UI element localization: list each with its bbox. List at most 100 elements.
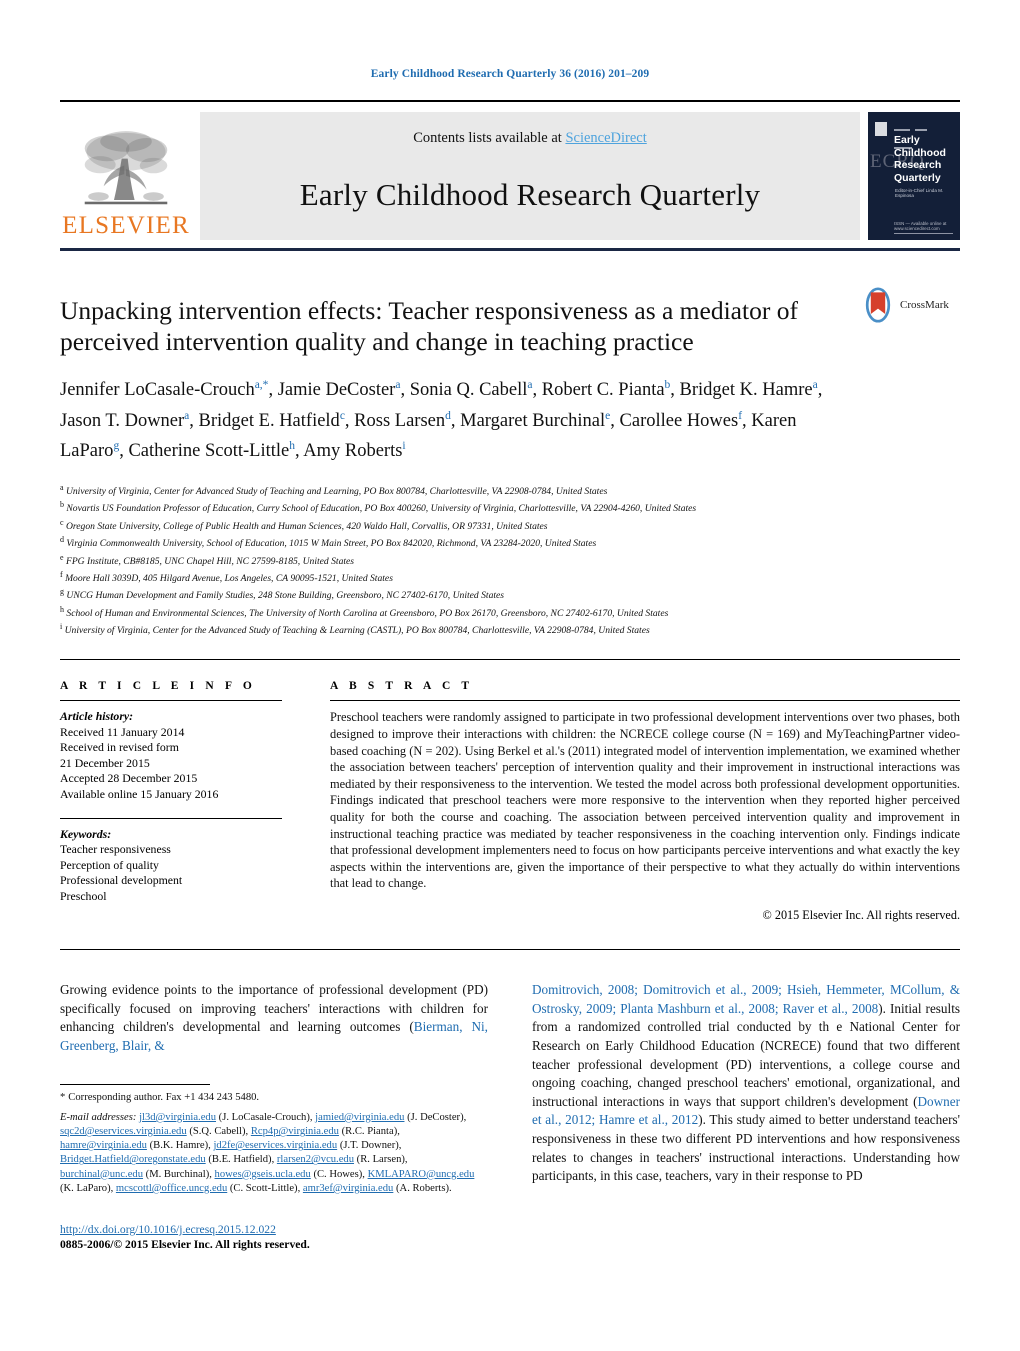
author-name: Bridget K. Hamrea <box>679 379 818 401</box>
author-name: Ross Larsend <box>354 409 451 431</box>
article-history-item: Available online 15 January 2016 <box>60 786 219 801</box>
email-link[interactable]: rlarsen2@vcu.edu <box>277 1154 354 1165</box>
email-person: (J. LoCasale-Crouch), <box>218 1111 313 1123</box>
elsevier-tree-icon <box>84 131 168 205</box>
doi-block: http://dx.doi.org/10.1016/j.ecresq.2015.… <box>60 1222 488 1253</box>
email-link[interactable]: Bridget.Hatfield@oregonstate.edu <box>60 1154 206 1165</box>
article-info-heading: A R T I C L E I N F O <box>60 680 256 693</box>
author-affiliation-marker: a,* <box>254 379 269 391</box>
email-link[interactable]: jd2fe@eservices.virginia.edu <box>213 1140 337 1151</box>
affiliation-item: i University of Virginia, Center for the… <box>60 622 650 637</box>
email-link[interactable]: mcscottl@office.uncg.edu <box>116 1183 227 1194</box>
cover-top-dots <box>894 121 953 150</box>
author-name: Jennifer LoCasale-Croucha,* <box>60 379 269 401</box>
email-link[interactable]: hamre@virginia.edu <box>60 1140 147 1151</box>
body-paragraph-right: Domitrovich, 2008; Domitrovich et al., 2… <box>532 981 960 1186</box>
email-person: (B.K. Hamre), <box>149 1140 211 1152</box>
sciencedirect-link[interactable]: ScienceDirect <box>565 130 646 146</box>
affiliation-marker: g <box>60 587 64 597</box>
email-person: (A. Roberts). <box>396 1182 452 1194</box>
cover-subtitle: Editor-in-Chief Linda M. Espinosa <box>895 188 944 199</box>
keyword-item: Perception of quality <box>60 857 159 872</box>
article-history-items: Received 11 January 2014 Received in revi… <box>60 725 282 802</box>
email-link[interactable]: burchinal@unc.edu <box>60 1169 143 1180</box>
body-right-text-1: ). Initial results from a randomized con… <box>532 1000 960 1109</box>
corresponding-author-note: * Corresponding author. Fax +1 434 243 54… <box>60 1091 488 1105</box>
article-history-block: Article history: Received 11 January 201… <box>60 709 282 801</box>
article-page: Early Childhood Research Quarterly 36 (2… <box>0 0 1020 1351</box>
author-affiliation-marker: a <box>527 379 533 391</box>
affiliation-item: f Moore Hall 3039D, 405 Hilgard Avenue, … <box>60 569 393 585</box>
email-link[interactable]: amr3ef@virginia.edu <box>303 1183 393 1194</box>
cover-bottom-text: ISSN — Available online at www.sciencedi… <box>894 220 947 232</box>
author-affiliation-marker: c <box>339 409 345 422</box>
cover-elsevier-icon <box>875 122 887 136</box>
email-person: (C. Scott-Little), <box>229 1182 301 1194</box>
crossmark-badge[interactable]: CrossMark <box>860 287 960 323</box>
abstract-copyright: © 2015 Elsevier Inc. All rights reserved… <box>762 908 960 923</box>
cover-bottom-rule <box>894 233 953 234</box>
author-name: Bridget E. Hatfieldc <box>198 409 345 431</box>
contents-line: Contents lists available at ScienceDirec… <box>413 130 647 147</box>
author-affiliation-marker: g <box>113 440 120 453</box>
keyword-item: Preschool <box>60 888 107 903</box>
elsevier-wordmark: ELSEVIER <box>62 212 190 239</box>
body-divider <box>60 949 960 951</box>
journal-banner: Contents lists available at ScienceDirec… <box>200 112 860 240</box>
author-name: Catherine Scott-Littleh <box>128 440 295 462</box>
affiliation-marker: d <box>60 535 64 545</box>
cover-spine-text: ECRQ <box>870 151 925 172</box>
body-paragraph-left: Growing evidence points to the importanc… <box>60 981 488 1055</box>
author-affiliation-marker: a <box>395 379 401 391</box>
author-affiliation-marker: a <box>184 409 190 422</box>
crossmark-label: CrossMark <box>900 299 949 311</box>
email-link[interactable]: KMLAPARO@uncg.edu <box>368 1169 475 1180</box>
author-affiliation-marker: b <box>664 379 671 391</box>
affiliation-item: b Novartis US Foundation Professor of Ed… <box>60 500 697 515</box>
email-link[interactable]: jamied@virginia.edu <box>315 1112 404 1123</box>
email-addresses-note: E-mail addresses: jl3d@virginia.edu (J. … <box>60 1111 488 1196</box>
author-name: Jason T. Downera <box>60 409 190 431</box>
email-person: (J. DeCoster), <box>407 1111 467 1123</box>
author-affiliation-marker: a <box>812 379 818 391</box>
info-divider <box>60 659 960 661</box>
email-person: (B.E. Hatfield), <box>208 1154 275 1166</box>
affiliation-marker: e <box>60 552 64 562</box>
affiliation-item: c Oregon State University, College of Pu… <box>60 517 548 532</box>
body-columns: Growing evidence points to the importanc… <box>60 968 960 1253</box>
email-link[interactable]: howes@gseis.ucla.edu <box>215 1169 311 1180</box>
affiliation-item: a University of Virginia, Center for Adv… <box>60 482 608 498</box>
author-affiliation-marker: d <box>445 409 451 422</box>
keywords-label: Keywords: <box>60 826 112 841</box>
cover-title: Early Childhood Research Quarterly <box>894 134 946 184</box>
journal-cover-thumbnail[interactable]: ECRQ Early Childhood Research Quarterly … <box>868 112 960 240</box>
abstract-heading: A B S T R A C T <box>330 680 474 693</box>
email-link[interactable]: Rcp4p@virginia.edu <box>251 1126 339 1137</box>
article-history-label: Article history: <box>60 709 134 724</box>
keywords-block: Keywords: Teacher responsiveness Percepti… <box>60 827 282 904</box>
corresponding-text: Corresponding author. Fax +1 434 243 548… <box>68 1091 260 1103</box>
issn-copyright-line: 0885-2006/© 2015 Elsevier Inc. All right… <box>60 1238 310 1252</box>
email-list: jl3d@virginia.edu (J. LoCasale-Crouch), … <box>60 1112 474 1194</box>
email-person: (J.T. Downer), <box>339 1140 402 1152</box>
authors-rendered: Jennifer LoCasale-Croucha,*, Jamie DeCos… <box>60 379 823 462</box>
affiliation-item: g UNCG Human Development and Family Stud… <box>60 587 505 602</box>
keyword-item: Teacher responsiveness <box>60 842 171 857</box>
email-link[interactable]: jl3d@virginia.edu <box>139 1112 216 1123</box>
author-name: Amy Robertsi <box>303 440 406 462</box>
affiliation-marker: i <box>60 622 63 632</box>
doi-link[interactable]: http://dx.doi.org/10.1016/j.ecresq.2015.… <box>60 1223 276 1236</box>
article-title: Unpacking intervention effects: Teacher … <box>60 296 798 356</box>
body-column-left: Growing evidence points to the importanc… <box>60 968 510 1253</box>
crossmark-icon <box>865 287 891 323</box>
article-info-column: A R T I C L E I N F O Article history: R… <box>60 680 310 923</box>
affiliation-marker: h <box>60 604 64 614</box>
abstract-column: A B S T R A C T Preschool teachers were … <box>310 680 960 923</box>
running-head: Early Childhood Research Quarterly 36 (2… <box>370 68 650 80</box>
email-person: (M. Burchinal), <box>145 1168 212 1180</box>
email-link[interactable]: sqc2d@eservices.virginia.edu <box>60 1126 187 1137</box>
body-column-right: Domitrovich, 2008; Domitrovich et al., 2… <box>510 968 960 1253</box>
author-list: Jennifer LoCasale-Croucha,*, Jamie DeCos… <box>60 373 850 465</box>
article-history-item: 21 December 2015 <box>60 755 150 770</box>
affiliation-marker: c <box>60 517 64 527</box>
